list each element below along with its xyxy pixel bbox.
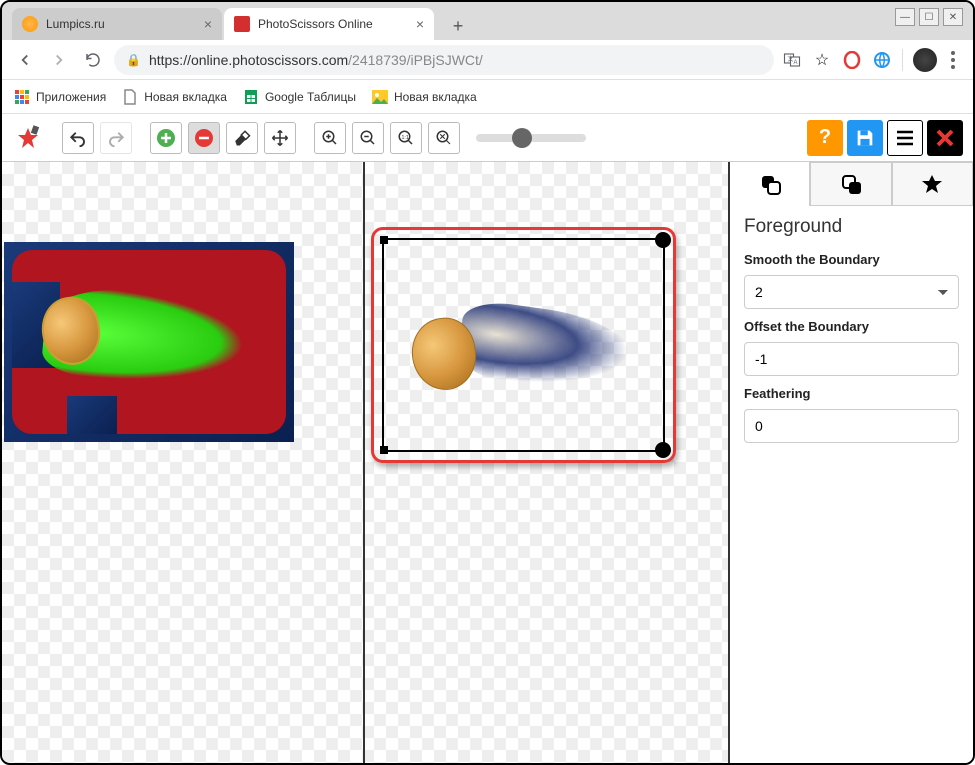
zoom-fit-button[interactable] [428, 122, 460, 154]
tab-close-icon[interactable]: × [416, 16, 424, 32]
bookmark-label: Новая вкладка [394, 90, 477, 104]
bookmark-newtab-2[interactable]: Новая вкладка [372, 89, 477, 105]
result-image [404, 290, 634, 390]
redo-button[interactable] [100, 122, 132, 154]
sheets-icon [243, 89, 259, 105]
tab-background[interactable] [810, 162, 891, 206]
tab-title: Lumpics.ru [46, 17, 196, 31]
page-icon [122, 89, 138, 105]
favicon-icon [234, 16, 250, 32]
svg-text:1:1: 1:1 [402, 134, 409, 140]
eraser-button[interactable] [226, 122, 258, 154]
bookmark-sheets[interactable]: Google Таблицы [243, 89, 356, 105]
crop-handle-tr[interactable] [655, 232, 671, 248]
zoom-in-button[interactable] [314, 122, 346, 154]
globe-extension-icon[interactable] [872, 50, 892, 70]
bookmark-apps[interactable]: Приложения [14, 89, 106, 105]
lock-icon: 🔒 [126, 53, 141, 67]
window-maximize-button[interactable]: ☐ [919, 8, 939, 26]
forward-button[interactable] [46, 47, 72, 73]
canvas-area [2, 162, 728, 763]
save-button[interactable] [847, 120, 883, 156]
tab-foreground[interactable] [730, 162, 810, 206]
browser-tab-photoscissors[interactable]: PhotoScissors Online × [224, 8, 434, 40]
svg-text:A: A [794, 59, 798, 65]
apps-grid-icon [14, 89, 30, 105]
bookmark-label: Новая вкладка [144, 90, 227, 104]
source-image[interactable] [4, 242, 294, 442]
app-menu-button[interactable] [887, 120, 923, 156]
help-button[interactable]: ? [807, 120, 843, 156]
profile-avatar[interactable] [913, 48, 937, 72]
url-text: https://online.photoscissors.com/2418739… [149, 52, 483, 68]
image-icon [372, 89, 388, 105]
window-close-button[interactable]: ✕ [943, 8, 963, 26]
crop-handle-tl[interactable] [380, 236, 388, 244]
offset-input[interactable] [744, 342, 959, 376]
back-button[interactable] [12, 47, 38, 73]
logo-icon [12, 122, 44, 154]
reload-button[interactable] [80, 47, 106, 73]
smooth-select[interactable]: 2 [744, 275, 959, 309]
opera-extension-icon[interactable] [842, 50, 862, 70]
smooth-label: Smooth the Boundary [744, 252, 959, 267]
tab-close-icon[interactable]: × [204, 16, 212, 32]
bookmark-newtab-1[interactable]: Новая вкладка [122, 89, 227, 105]
tab-title: PhotoScissors Online [258, 17, 408, 31]
offset-label: Offset the Boundary [744, 319, 959, 334]
result-crop-frame[interactable] [371, 227, 676, 463]
app-toolbar: 1:1 ? [2, 114, 973, 162]
tab-effects[interactable] [892, 162, 973, 206]
app-close-button[interactable] [927, 120, 963, 156]
remove-background-button[interactable] [188, 122, 220, 154]
bookmarks-bar: Приложения Новая вкладка Google Таблицы … [2, 80, 973, 114]
side-panel: Foreground Smooth the Boundary 2 Offset … [728, 162, 973, 763]
browser-tab-lumpics[interactable]: Lumpics.ru × [12, 8, 222, 40]
crop-handle-br[interactable] [655, 442, 671, 458]
add-foreground-button[interactable] [150, 122, 182, 154]
feather-input[interactable] [744, 409, 959, 443]
translate-icon[interactable]: 文A [782, 50, 802, 70]
move-button[interactable] [264, 122, 296, 154]
bookmark-label: Google Таблицы [265, 90, 356, 104]
crop-handle-bl[interactable] [380, 446, 388, 454]
svg-text:文: 文 [788, 54, 794, 62]
result-canvas[interactable] [365, 162, 728, 763]
slider-thumb[interactable] [512, 128, 532, 148]
source-canvas[interactable] [2, 162, 365, 763]
undo-button[interactable] [62, 122, 94, 154]
panel-heading: Foreground [730, 206, 973, 246]
zoom-out-button[interactable] [352, 122, 384, 154]
zoom-actual-button[interactable]: 1:1 [390, 122, 422, 154]
new-tab-button[interactable]: + [444, 12, 472, 40]
url-field[interactable]: 🔒 https://online.photoscissors.com/24187… [114, 45, 774, 75]
browser-tab-strip: Lumpics.ru × PhotoScissors Online × + [2, 2, 973, 40]
feather-label: Feathering [744, 386, 959, 401]
window-minimize-button[interactable]: — [895, 8, 915, 26]
bookmark-star-icon[interactable]: ☆ [812, 50, 832, 70]
bookmark-label: Приложения [36, 90, 106, 104]
browser-menu-button[interactable] [947, 47, 959, 73]
favicon-icon [22, 16, 38, 32]
brush-size-slider[interactable] [476, 134, 586, 142]
